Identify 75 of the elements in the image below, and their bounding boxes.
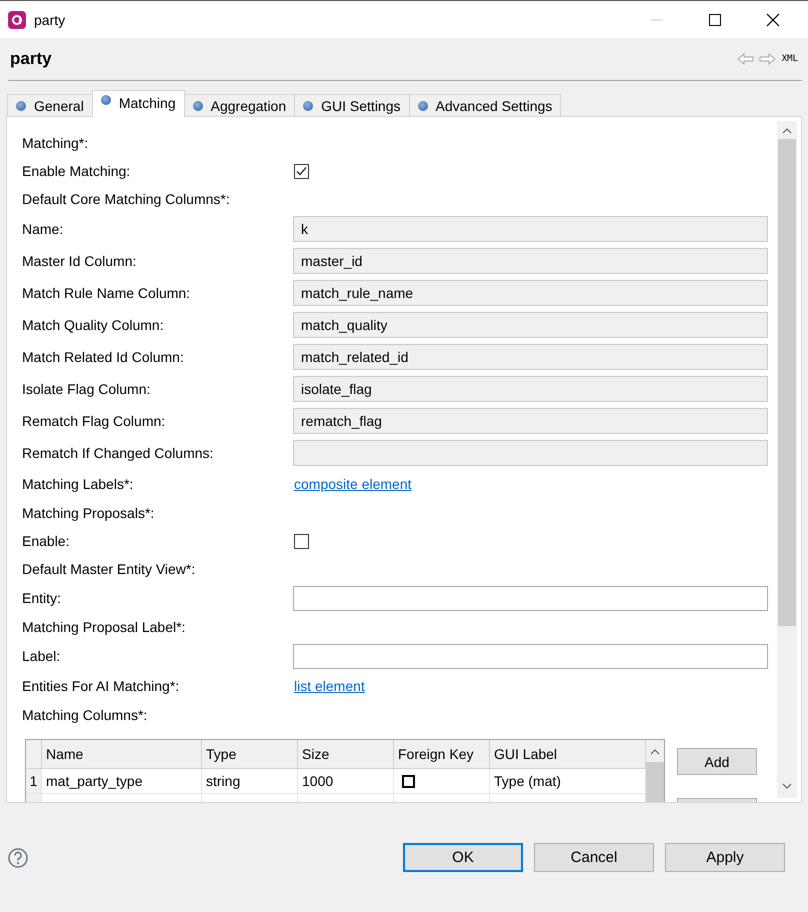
field-label: Matching Proposals*: <box>22 505 154 521</box>
field-label: Label: <box>22 648 60 664</box>
scrollbar[interactable] <box>646 740 664 802</box>
tab-status-icon <box>303 100 314 110</box>
field-label: Matching Labels*: <box>22 476 134 492</box>
scroll-up-icon[interactable] <box>650 748 660 756</box>
add-button[interactable]: Add <box>677 748 757 775</box>
field-label: Matching*: <box>22 135 88 151</box>
column-header[interactable]: Foreign Key <box>394 740 490 769</box>
tab[interactable]: Aggregation <box>184 94 296 116</box>
column-header[interactable]: Name <box>42 740 202 769</box>
back-arrow-icon[interactable] <box>736 52 754 66</box>
field-label: Match Related Id Column: <box>22 349 184 365</box>
field-label: Enable: <box>22 533 70 549</box>
field-label: Default Core Matching Columns*: <box>22 191 230 207</box>
app-logo-icon <box>8 10 26 28</box>
text-field[interactable]: match_quality <box>293 312 768 338</box>
field-label: Isolate Flag Column: <box>22 381 150 397</box>
text-field[interactable]: rematch_flag <box>293 408 768 434</box>
text-field[interactable] <box>293 586 768 610</box>
table-cell: string <box>202 769 298 794</box>
xml-button[interactable]: XML <box>782 54 798 64</box>
text-field[interactable]: match_related_id <box>293 344 768 370</box>
checkbox[interactable] <box>402 774 415 788</box>
dialog-button[interactable]: Cancel <box>534 843 654 872</box>
field-label: Matching Proposal Label*: <box>22 619 186 635</box>
help-icon[interactable] <box>8 848 28 868</box>
table-cell: 1000 <box>298 769 394 794</box>
field-label: Entity: <box>22 590 61 606</box>
text-field[interactable]: k <box>293 216 768 242</box>
field-label: Enable Matching: <box>22 163 130 179</box>
link[interactable]: composite element <box>294 476 412 492</box>
field-label: Entities For AI Matching*: <box>22 678 180 694</box>
tab-status-icon <box>192 100 203 110</box>
scroll-down-icon[interactable] <box>782 782 792 790</box>
table-cell: mat_party_type <box>42 769 202 794</box>
field-label: Match Rule Name Column: <box>22 285 190 301</box>
tab[interactable]: General <box>7 94 93 116</box>
editor-title: party <box>10 49 52 69</box>
field-label: Match Quality Column: <box>22 317 164 333</box>
checkbox[interactable] <box>294 534 309 548</box>
field-label: Master Id Column: <box>22 253 136 269</box>
dialog-button[interactable]: Apply <box>665 843 785 872</box>
scrollbar-thumb[interactable] <box>646 762 664 802</box>
column-header[interactable]: GUI Label <box>490 740 646 769</box>
scrollbar[interactable] <box>777 121 797 798</box>
field-label: Name: <box>22 221 64 237</box>
dialog-button[interactable]: OK <box>403 843 523 872</box>
text-field[interactable] <box>293 644 768 668</box>
scroll-up-icon[interactable] <box>782 127 792 135</box>
tab[interactable]: GUI Settings <box>294 94 410 116</box>
row-number: 1 <box>26 769 42 794</box>
field-label: Rematch Flag Column: <box>22 413 166 429</box>
maximize-icon[interactable] <box>708 12 722 26</box>
tab[interactable]: Advanced Settings <box>408 94 562 116</box>
tab-status-icon <box>16 100 26 110</box>
close-icon[interactable] <box>766 12 780 26</box>
column-header[interactable]: Type <box>202 740 298 769</box>
text-field[interactable]: match_rule_name <box>293 280 768 306</box>
checkbox[interactable] <box>294 164 309 178</box>
tab-status-icon <box>100 95 111 105</box>
field-label: Matching Columns*: <box>22 707 148 723</box>
window-title: party <box>34 12 66 28</box>
table-header-corner <box>26 740 42 769</box>
column-header[interactable]: Size <box>298 740 394 769</box>
tab-status-icon <box>418 100 428 110</box>
scrollbar-thumb[interactable] <box>778 139 796 626</box>
tab[interactable]: Matching <box>92 90 185 117</box>
text-field[interactable] <box>293 440 768 466</box>
field-label: Rematch If Changed Columns: <box>22 445 214 461</box>
text-field[interactable]: isolate_flag <box>293 376 768 402</box>
field-label: Default Master Entity View*: <box>22 561 196 577</box>
text-field[interactable]: master_id <box>293 248 768 274</box>
link[interactable]: list element <box>294 678 365 694</box>
forward-arrow-icon[interactable] <box>758 52 776 66</box>
